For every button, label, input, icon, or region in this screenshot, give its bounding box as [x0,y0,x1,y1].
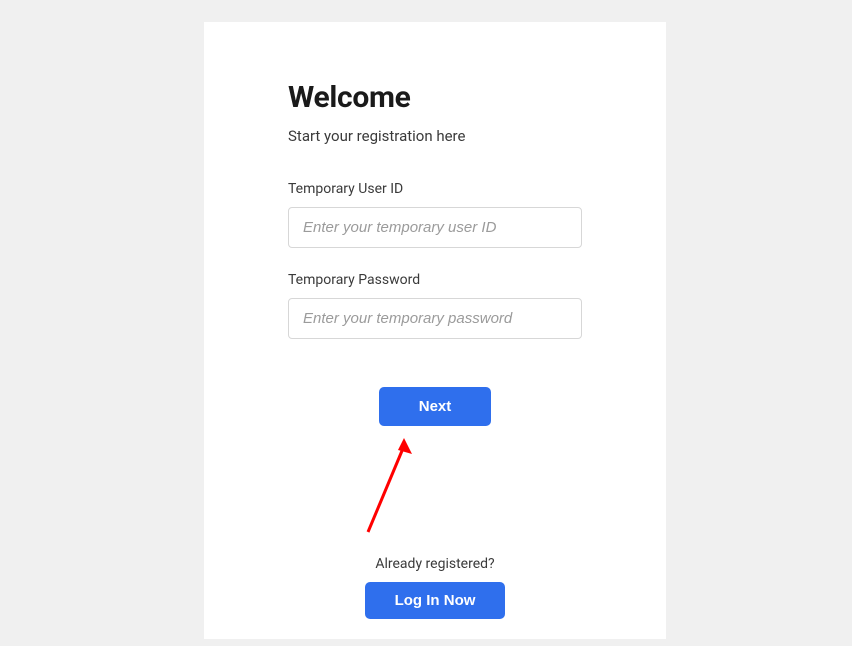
page-heading: Welcome [288,80,582,115]
footer: Already registered? Log In Now [288,556,582,619]
page-subheading: Start your registration here [288,127,582,145]
footer-text: Already registered? [288,556,582,572]
next-button-wrap: Next [288,387,582,426]
password-label: Temporary Password [288,272,582,288]
registration-card: Welcome Start your registration here Tem… [204,22,666,639]
next-button[interactable]: Next [379,387,492,426]
user-id-group: Temporary User ID [288,181,582,248]
user-id-input[interactable] [288,207,582,248]
user-id-label: Temporary User ID [288,181,582,197]
password-input[interactable] [288,298,582,339]
password-group: Temporary Password [288,272,582,339]
login-button[interactable]: Log In Now [365,582,506,619]
